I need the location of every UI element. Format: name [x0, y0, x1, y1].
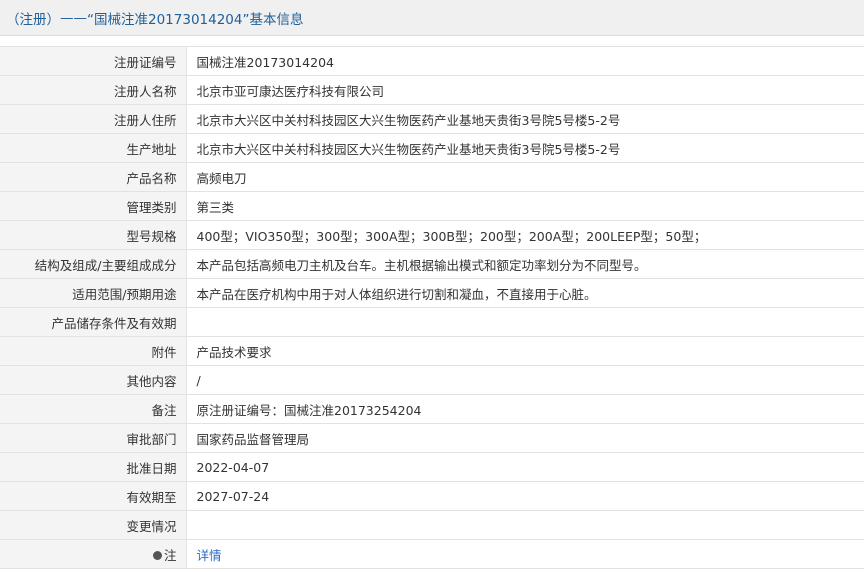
row-value: [186, 510, 864, 540]
table-row: 注册证编号 国械注准20173014204: [0, 46, 864, 76]
row-value: 本产品包括高频电刀主机及台车。主机根据输出模式和额定功率划分为不同型号。: [186, 249, 864, 279]
row-value: 原注册证编号：国械注准20173254204: [186, 394, 864, 424]
row-label: 生产地址: [0, 133, 187, 163]
row-value: 国家药品监督管理局: [186, 423, 864, 453]
row-label: 其他内容: [0, 365, 187, 395]
table-row: 注册人名称 北京市亚可康达医疗科技有限公司: [0, 75, 864, 105]
row-label: 有效期至: [0, 481, 187, 511]
row-label: 管理类别: [0, 191, 187, 221]
note-value-cell: 详情: [186, 539, 864, 569]
header-title: “国械注准20173014204”基本信息: [87, 11, 304, 28]
details-link[interactable]: 详情: [197, 548, 222, 563]
info-bullet-icon: [152, 550, 162, 560]
table-row: 附件 产品技术要求: [0, 336, 864, 366]
table-row: 型号规格 400型；VIO350型；300型；300A型；300B型；200型；…: [0, 220, 864, 250]
row-value: 2022-04-07: [186, 452, 864, 482]
row-label: 附件: [0, 336, 187, 366]
row-label: 批准日期: [0, 452, 187, 482]
row-value: [186, 307, 864, 337]
row-label: 备注: [0, 394, 187, 424]
row-label: 适用范围/预期用途: [0, 278, 187, 308]
row-label: 结构及组成/主要组成成分: [0, 249, 187, 279]
row-value: 北京市大兴区中关村科技园区大兴生物医药产业基地天贵街3号院5号楼5-2号: [186, 133, 864, 163]
row-value: 本产品在医疗机构中用于对人体组织进行切割和凝血，不直接用于心脏。: [186, 278, 864, 308]
table-row: 结构及组成/主要组成成分 本产品包括高频电刀主机及台车。主机根据输出模式和额定功…: [0, 249, 864, 279]
row-label: 变更情况: [0, 510, 187, 540]
table-row: 产品名称 高频电刀: [0, 162, 864, 192]
info-table: 注册证编号 国械注准20173014204 注册人名称 北京市亚可康达医疗科技有…: [0, 46, 864, 569]
row-value: /: [186, 365, 864, 395]
table-row: 变更情况: [0, 510, 864, 540]
table-row: 适用范围/预期用途 本产品在医疗机构中用于对人体组织进行切割和凝血，不直接用于心…: [0, 278, 864, 308]
note-row: 注 详情: [0, 539, 864, 569]
header-gap: [0, 36, 864, 46]
header-separator: ——: [60, 9, 87, 26]
table-row: 生产地址 北京市大兴区中关村科技园区大兴生物医药产业基地天贵街3号院5号楼5-2…: [0, 133, 864, 163]
table-row: 其他内容 /: [0, 365, 864, 395]
row-value: 400型；VIO350型；300型；300A型；300B型；200型；200A型…: [186, 220, 864, 250]
row-value: 2027-07-24: [186, 481, 864, 511]
note-label-cell: 注: [0, 539, 187, 569]
row-value: 北京市大兴区中关村科技园区大兴生物医药产业基地天贵街3号院5号楼5-2号: [186, 104, 864, 134]
page-header: （注册） —— “国械注准20173014204”基本信息: [0, 0, 864, 36]
table-row: 审批部门 国家药品监督管理局: [0, 423, 864, 453]
row-label: 产品名称: [0, 162, 187, 192]
row-value: 北京市亚可康达医疗科技有限公司: [186, 75, 864, 105]
header-category: （注册）: [6, 11, 60, 28]
row-value: 国械注准20173014204: [186, 46, 864, 76]
row-label: 注册人住所: [0, 104, 187, 134]
note-label: 注: [163, 547, 177, 563]
row-label: 产品储存条件及有效期: [0, 307, 187, 337]
table-row: 备注 原注册证编号：国械注准20173254204: [0, 394, 864, 424]
table-row: 注册人住所 北京市大兴区中关村科技园区大兴生物医药产业基地天贵街3号院5号楼5-…: [0, 104, 864, 134]
row-value: 第三类: [186, 191, 864, 221]
table-row: 批准日期 2022-04-07: [0, 452, 864, 482]
row-label: 型号规格: [0, 220, 187, 250]
row-label: 审批部门: [0, 423, 187, 453]
table-row: 产品储存条件及有效期: [0, 307, 864, 337]
row-value: 高频电刀: [186, 162, 864, 192]
table-row: 有效期至 2027-07-24: [0, 481, 864, 511]
row-value: 产品技术要求: [186, 336, 864, 366]
row-label: 注册证编号: [0, 46, 187, 76]
table-row: 管理类别 第三类: [0, 191, 864, 221]
row-label: 注册人名称: [0, 75, 187, 105]
